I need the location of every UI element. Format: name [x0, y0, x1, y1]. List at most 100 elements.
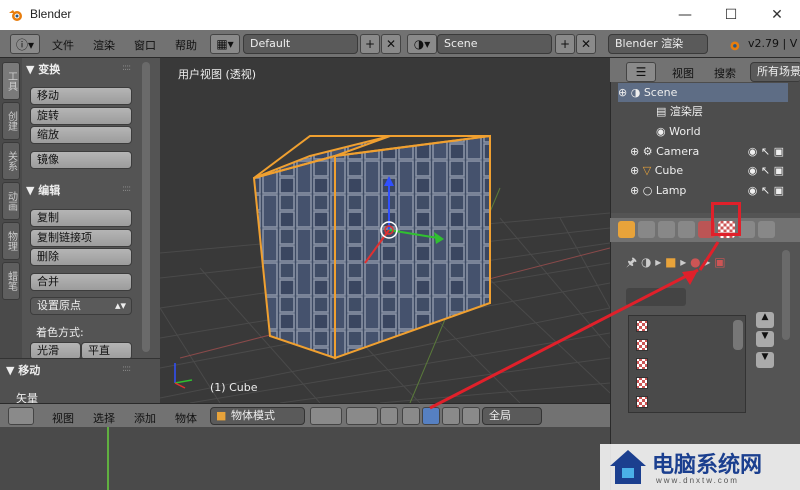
3d-viewport[interactable] [160, 58, 610, 403]
operator-panel-header[interactable]: ▼ 移动 [6, 362, 116, 380]
panel-grip-icon[interactable]: :::: [122, 184, 131, 194]
set-origin-select[interactable]: 设置原点 ▴▾ [30, 297, 132, 315]
render-engine-select[interactable]: Blender 渲染 [608, 34, 708, 54]
blender-logo-icon [9, 10, 22, 21]
delete-screen-icon[interactable]: ✕ [381, 34, 401, 54]
dropdown-arrow-icon: ▴▾ [114, 299, 126, 312]
visibility-icons[interactable]: ◉ ↖ ▣ [748, 142, 784, 161]
mirror-button[interactable]: 镜像 [30, 151, 132, 169]
menu-help[interactable]: 帮助 [175, 37, 197, 53]
specials-menu-icon[interactable]: ▼ [756, 352, 774, 368]
current-frame-line[interactable] [107, 427, 109, 490]
texture-slot-icon[interactable] [636, 320, 648, 332]
outliner-menu-view[interactable]: 视图 [672, 65, 694, 81]
menu-window[interactable]: 窗口 [134, 37, 156, 53]
tab-tools[interactable]: 工具 [2, 62, 20, 100]
outliner-filter-select[interactable]: 所有场景 [750, 62, 800, 82]
close-icon[interactable]: ✕ [754, 0, 800, 30]
active-object-label: (1) Cube [210, 381, 258, 394]
menu-view[interactable]: 视图 [52, 410, 74, 426]
screen-layout-field[interactable]: Default [243, 34, 358, 54]
manipulator-toggle[interactable] [380, 407, 398, 425]
editor-type-button[interactable] [8, 407, 34, 425]
visibility-icons[interactable]: ◉ ↖ ▣ [748, 181, 784, 200]
camera-icon: ⚙ [642, 145, 653, 158]
rotate-button[interactable]: 旋转 [30, 107, 132, 125]
texture-slot-icon[interactable] [636, 358, 648, 370]
menu-object[interactable]: 物体 [175, 410, 197, 426]
tab-animation[interactable]: 动画 [2, 182, 20, 220]
outliner-editor-icon[interactable]: ☰ [626, 62, 656, 82]
move-down-icon[interactable]: ▼ [756, 331, 774, 347]
visibility-icons[interactable]: ◉ ↖ ▣ [748, 161, 784, 180]
manipulator-active-icon[interactable] [422, 407, 440, 425]
delete-scene-icon[interactable]: ✕ [576, 34, 596, 54]
properties-scrollbar[interactable] [782, 250, 790, 340]
move-up-icon[interactable]: ▲ [756, 312, 774, 328]
object-tab-icon[interactable] [618, 221, 635, 238]
edit-header-label: 编辑 [38, 184, 61, 197]
minimize-icon[interactable]: — [662, 0, 708, 30]
menu-render[interactable]: 渲染 [93, 37, 115, 53]
constraints-tab-icon[interactable] [638, 221, 655, 238]
outliner-row-camera[interactable]: ⊕ ⚙ Camera ◉ ↖ ▣ [618, 142, 788, 161]
editor-type-button[interactable]: ⓘ▾ [10, 34, 40, 54]
tab-physics[interactable]: 物理 [2, 222, 20, 260]
tab-grease-pencil[interactable]: 蜡笔 [2, 262, 20, 300]
add-screen-icon[interactable]: + [360, 34, 380, 54]
manipulator-scale-icon[interactable] [462, 407, 480, 425]
menu-file[interactable]: 文件 [52, 37, 74, 53]
outliner-row-world[interactable]: ◉ World [618, 122, 788, 141]
screen-layout-icon[interactable]: ▦▾ [210, 34, 240, 54]
world-icon: ◉ [656, 125, 666, 138]
add-scene-icon[interactable]: + [555, 34, 575, 54]
cube-object[interactable] [252, 134, 491, 360]
duplicate-linked-button[interactable]: 复制链接项 [30, 229, 132, 247]
join-button[interactable]: 合并 [30, 273, 132, 291]
translate-button[interactable]: 移动 [30, 87, 132, 105]
mode-label: 物体模式 [231, 409, 275, 422]
mode-select[interactable]: ■ 物体模式 [210, 407, 305, 425]
menu-add[interactable]: 添加 [134, 410, 156, 426]
orientation-select[interactable]: 全局 [482, 407, 542, 425]
tool-shelf-scrollbar[interactable] [142, 62, 150, 352]
manipulator-translate-icon[interactable] [402, 407, 420, 425]
texture-context-buttons[interactable] [626, 288, 686, 306]
manipulator-rotate-icon[interactable] [442, 407, 460, 425]
texture-slot-icon[interactable] [636, 339, 648, 351]
outliner-row-scene[interactable]: ⊕ ◑ Scene [618, 83, 788, 102]
pivot-point-button[interactable] [346, 407, 378, 425]
texture-slot-icon[interactable] [636, 377, 648, 389]
list-scrollbar[interactable] [733, 320, 743, 350]
menu-select[interactable]: 选择 [93, 410, 115, 426]
modifiers-tab-icon[interactable] [658, 221, 675, 238]
scene-field[interactable]: Scene [437, 34, 552, 54]
outliner-label: Camera [656, 145, 700, 158]
context-path: 🖈 ◑ ▸ ■ ▸ ● ▸ ▣ [626, 255, 726, 269]
window-title: Blender [30, 7, 72, 21]
outliner-row-render-layers[interactable]: ▤ 渲染层 [618, 102, 788, 121]
tab-relations[interactable]: 关系 [2, 142, 20, 180]
outliner-label: 渲染层 [669, 105, 703, 118]
delete-button[interactable]: 删除 [30, 248, 132, 266]
duplicate-button[interactable]: 复制 [30, 209, 132, 227]
scene-icon[interactable]: ◑▾ [407, 34, 437, 54]
outliner-menu-search[interactable]: 搜索 [714, 65, 736, 81]
maximize-icon[interactable]: ☐ [708, 0, 754, 30]
timeline[interactable] [0, 427, 610, 490]
physics-tab-icon[interactable] [758, 221, 775, 238]
viewport-shading-button[interactable] [310, 407, 342, 425]
panel-grip-icon[interactable]: :::: [122, 364, 131, 374]
edit-panel-header[interactable]: ▼ 编辑 [26, 182, 136, 200]
outliner-row-cube[interactable]: ⊕ ▽ Cube ◉ ↖ ▣ [618, 161, 788, 180]
viewport-canvas[interactable] [160, 58, 610, 403]
data-tab-icon[interactable] [678, 221, 695, 238]
tab-create[interactable]: 创建 [2, 102, 20, 140]
outliner-row-lamp[interactable]: ⊕ ○ Lamp ◉ ↖ ▣ [618, 181, 788, 200]
panel-grip-icon[interactable]: :::: [122, 63, 131, 73]
scale-button[interactable]: 缩放 [30, 126, 132, 144]
transform-panel-header[interactable]: ▼ 变换 [26, 61, 136, 79]
texture-slot-icon[interactable] [636, 396, 648, 408]
watermark-house-icon [610, 450, 646, 484]
pin-icon[interactable]: 🖈 [626, 255, 637, 269]
